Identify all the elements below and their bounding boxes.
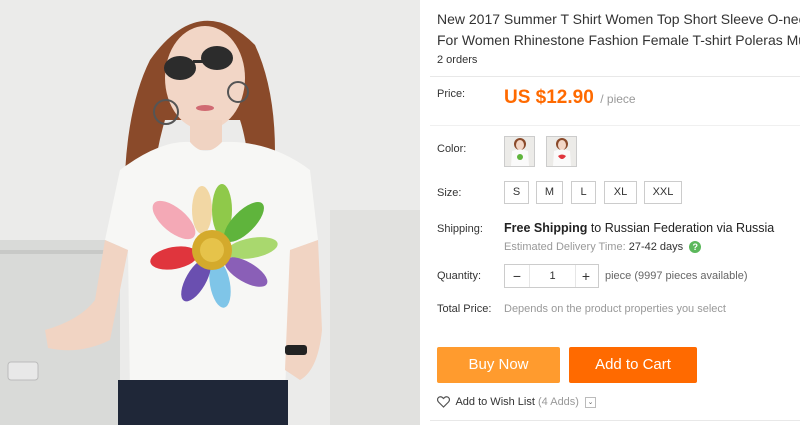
add-to-wishlist[interactable]: Add to Wish List (4 Adds) ⌄ [437,396,597,408]
product-image[interactable] [0,0,420,425]
total-price-label: Total Price: [437,303,492,315]
quantity-input[interactable]: 1 [529,265,576,287]
quantity-label: Quantity: [437,270,482,282]
quantity-increase-button[interactable]: + [574,265,598,287]
size-option-s[interactable]: S [504,181,529,204]
product-title-line[interactable]: For Women Rhinestone Fashion Female T-sh… [437,30,800,51]
buy-now-button[interactable]: Buy Now [437,347,560,383]
color-swatch-1[interactable] [504,136,535,167]
delivery-estimate: Estimated Delivery Time: 27-42 days ? [504,241,702,254]
add-to-cart-button[interactable]: Add to Cart [569,347,697,383]
color-swatch-2[interactable] [546,136,577,167]
product-details: New 2017 Summer T Shirt Women Top Short … [430,0,800,425]
divider [430,125,800,126]
stock-availability: piece (9997 pieces available) [605,270,748,282]
size-option-xxl[interactable]: XXL [644,181,682,204]
price-label: Price: [437,88,466,100]
size-label: Size: [437,187,462,199]
price-amount: US $12.90 [504,87,594,108]
chevron-down-icon[interactable]: ⌄ [585,396,597,408]
help-icon[interactable]: ? [689,241,702,254]
size-option-l[interactable]: L [571,181,596,204]
quantity-decrease-button[interactable]: − [505,265,529,287]
divider [430,76,800,77]
size-option-xl[interactable]: XL [604,181,637,204]
product-title-line[interactable]: New 2017 Summer T Shirt Women Top Short … [437,9,800,30]
shipping-label: Shipping: [437,223,483,235]
heart-icon [437,396,450,408]
price-value: US $12.90 / piece [504,87,636,109]
eta-label: Estimated Delivery Time: [504,241,626,253]
free-shipping-text: Free Shipping [504,221,588,235]
shipping-destination[interactable]: to Russian Federation via Russia [591,221,774,235]
price-unit: / piece [600,92,636,106]
shipping-info[interactable]: Free Shipping to Russian Federation via … [504,221,774,235]
wishlist-label[interactable]: Add to Wish List [455,396,534,408]
total-price-value: Depends on the product properties you se… [504,303,726,315]
quantity-stepper: − 1 + [504,264,599,288]
product-title[interactable]: New 2017 Summer T Shirt Women Top Short … [437,9,800,51]
wishlist-count: (4 Adds) [538,396,579,408]
orders-count: 2 orders [437,54,478,66]
eta-value: 27-42 days [628,241,684,253]
size-option-m[interactable]: M [536,181,563,204]
divider [430,420,800,421]
color-label: Color: [437,143,467,155]
